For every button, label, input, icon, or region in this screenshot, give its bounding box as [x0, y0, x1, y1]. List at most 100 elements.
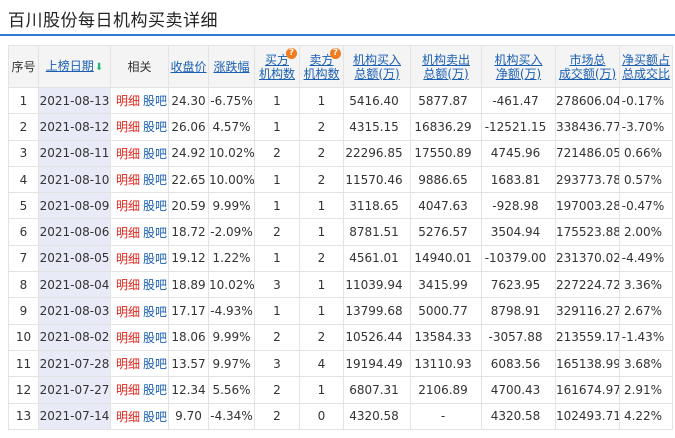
cell-seq: 9 — [8, 297, 39, 325]
detail-link[interactable]: 明细 — [116, 305, 140, 319]
guba-link[interactable]: 股吧 — [143, 120, 167, 134]
cell-inst-sell: 9886.65 — [410, 165, 482, 194]
cell-seq: 6 — [8, 218, 39, 246]
sort-down-icon[interactable]: ⬇ — [95, 62, 103, 73]
cell-change: -4.34% — [208, 402, 255, 430]
cell-date: 2021-08-11 — [38, 139, 111, 167]
cell-date: 2021-08-12 — [38, 113, 111, 141]
cell-net-ratio: -3.70% — [619, 113, 673, 141]
cell-buy-inst-count: 1 — [254, 244, 300, 273]
cell-market-total: 213559.17 — [555, 323, 620, 351]
cell-net-ratio: -4.49% — [619, 244, 673, 273]
cell-inst-net: 7623.95 — [481, 271, 556, 299]
cell-inst-buy: 10526.44 — [343, 323, 411, 351]
cell-related: 明细 股吧 — [110, 323, 169, 351]
cell-date: 2021-08-09 — [38, 192, 111, 220]
cell-close: 18.72 — [168, 218, 209, 246]
cell-sell-inst-count: 0 — [299, 402, 344, 430]
header-change[interactable]: 涨跌幅 — [208, 45, 255, 88]
guba-link[interactable]: 股吧 — [143, 331, 167, 345]
cell-market-total: 278606.04 — [555, 86, 620, 115]
cell-inst-sell: 2106.89 — [410, 376, 482, 404]
table-row: 10 2021-08-02 明细 股吧 18.06 9.99% 2 2 10526.44 1358… — [8, 323, 673, 351]
cell-market-total: 197003.28 — [555, 192, 620, 220]
guba-link[interactable]: 股吧 — [143, 305, 167, 319]
cell-sell-inst-count: 4 — [299, 349, 344, 378]
detail-link[interactable]: 明细 — [116, 252, 140, 266]
cell-inst-buy: 13799.68 — [343, 297, 411, 325]
detail-link[interactable]: 明细 — [116, 331, 140, 345]
detail-link[interactable]: 明细 — [116, 120, 140, 134]
detail-link[interactable]: 明细 — [116, 357, 140, 371]
cell-seq: 8 — [8, 271, 39, 299]
guba-link[interactable]: 股吧 — [143, 383, 167, 397]
cell-net-ratio: 4.22% — [619, 402, 673, 430]
help-icon[interactable]: ? — [330, 48, 341, 59]
cell-buy-inst-count: 1 — [254, 86, 300, 115]
guba-link[interactable]: 股吧 — [143, 252, 167, 266]
guba-link[interactable]: 股吧 — [143, 278, 167, 292]
table-row: 6 2021-08-06 明细 股吧 18.72 -2.09% 2 1 8781.51 5276.… — [8, 218, 673, 246]
cell-inst-net: 1683.81 — [481, 165, 556, 194]
cell-close: 22.65 — [168, 165, 209, 194]
table-row: 2 2021-08-12 明细 股吧 26.06 4.57% 1 2 4315.15 16836.… — [8, 113, 673, 141]
guba-link[interactable]: 股吧 — [143, 226, 167, 240]
guba-link[interactable]: 股吧 — [143, 173, 167, 187]
header-inst-buy-total[interactable]: 机构买入 总额(万) — [343, 45, 411, 88]
cell-inst-buy: 19194.49 — [343, 349, 411, 378]
header-inst-net[interactable]: 机构买入 净额(万) — [481, 45, 556, 88]
cell-inst-net: 6083.56 — [481, 349, 556, 378]
header-market-total[interactable]: 市场总 成交额(万) — [555, 45, 620, 88]
cell-inst-buy: 8781.51 — [343, 218, 411, 246]
detail-link[interactable]: 明细 — [116, 199, 140, 213]
cell-sell-inst-count: 2 — [299, 113, 344, 141]
cell-inst-buy: 3118.65 — [343, 192, 411, 220]
guba-link[interactable]: 股吧 — [143, 147, 167, 161]
detail-link[interactable]: 明细 — [116, 173, 140, 187]
cell-sell-inst-count: 2 — [299, 139, 344, 167]
cell-date: 2021-08-06 — [38, 218, 111, 246]
header-date[interactable]: 上榜日期⬇ — [38, 45, 111, 88]
cell-close: 18.89 — [168, 271, 209, 299]
cell-buy-inst-count: 2 — [254, 323, 300, 351]
guba-link[interactable]: 股吧 — [143, 94, 167, 108]
cell-market-total: 293773.78 — [555, 165, 620, 194]
header-close[interactable]: 收盘价 — [168, 45, 209, 88]
help-icon[interactable]: ? — [286, 48, 297, 59]
cell-inst-sell: - — [410, 402, 482, 430]
cell-net-ratio: 3.36% — [619, 271, 673, 299]
cell-seq: 11 — [8, 349, 39, 378]
cell-related: 明细 股吧 — [110, 402, 169, 430]
cell-date: 2021-08-02 — [38, 323, 111, 351]
table-body: 1 2021-08-13 明细 股吧 24.30 -6.75% 1 1 5416.40 5877.… — [8, 86, 673, 430]
cell-inst-buy: 11039.94 — [343, 271, 411, 299]
guba-link[interactable]: 股吧 — [143, 199, 167, 213]
detail-link[interactable]: 明细 — [116, 226, 140, 240]
header-sell-inst-count[interactable]: 卖方 机构数 ? — [299, 45, 344, 88]
cell-seq: 12 — [8, 376, 39, 404]
cell-related: 明细 股吧 — [110, 113, 169, 141]
header-inst-sell-total[interactable]: 机构卖出 总额(万) — [410, 45, 482, 88]
guba-link[interactable]: 股吧 — [143, 357, 167, 371]
detail-link[interactable]: 明细 — [116, 383, 140, 397]
cell-buy-inst-count: 1 — [254, 113, 300, 141]
detail-link[interactable]: 明细 — [116, 147, 140, 161]
detail-link[interactable]: 明细 — [116, 278, 140, 292]
header-net-ratio[interactable]: 净买额占 总成交比 — [619, 45, 673, 88]
cell-buy-inst-count: 2 — [254, 218, 300, 246]
cell-sell-inst-count: 2 — [299, 323, 344, 351]
header-buy-inst-count[interactable]: 买方 机构数 ? — [254, 45, 300, 88]
cell-inst-buy: 4320.58 — [343, 402, 411, 430]
cell-change: 5.56% — [208, 376, 255, 404]
cell-buy-inst-count: 3 — [254, 349, 300, 378]
detail-link[interactable]: 明细 — [116, 410, 140, 424]
cell-sell-inst-count: 1 — [299, 218, 344, 246]
detail-link[interactable]: 明细 — [116, 94, 140, 108]
cell-inst-buy: 4561.01 — [343, 244, 411, 273]
cell-market-total: 161674.97 — [555, 376, 620, 404]
cell-buy-inst-count: 1 — [254, 165, 300, 194]
cell-date: 2021-08-04 — [38, 271, 111, 299]
guba-link[interactable]: 股吧 — [143, 410, 167, 424]
cell-inst-sell: 5877.87 — [410, 86, 482, 115]
cell-inst-sell: 3415.99 — [410, 271, 482, 299]
